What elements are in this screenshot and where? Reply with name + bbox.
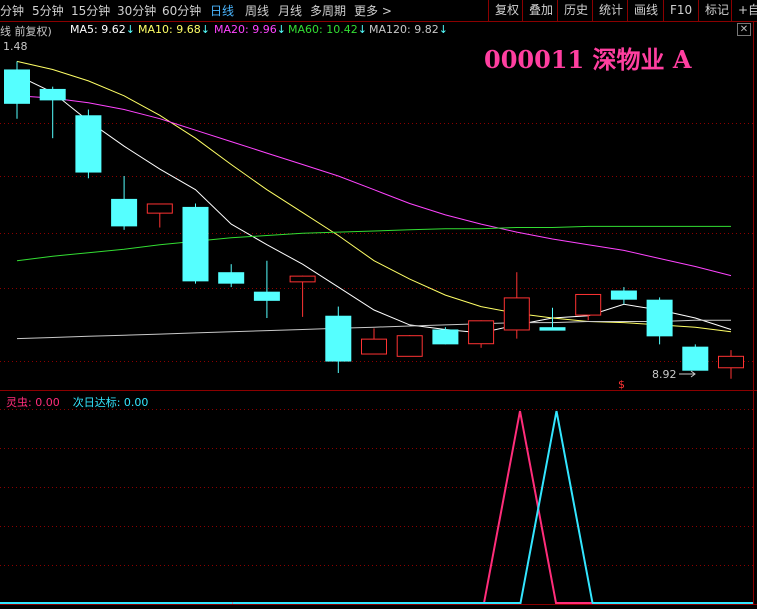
high-price-label: 1.48 bbox=[3, 40, 28, 53]
candle-body bbox=[39, 88, 66, 101]
candle-body bbox=[146, 203, 173, 214]
candle-body bbox=[182, 206, 209, 282]
candle-body bbox=[75, 115, 102, 173]
candle-body bbox=[610, 290, 637, 300]
candle-body bbox=[539, 327, 566, 331]
candle-body bbox=[575, 293, 602, 316]
chart-canvas: 1.48 8.92 $ bbox=[0, 22, 757, 605]
candle-body bbox=[325, 315, 352, 362]
candle-body bbox=[253, 291, 280, 301]
candle-body bbox=[503, 297, 530, 331]
indicator-line-1 bbox=[232, 410, 594, 604]
candle-body bbox=[682, 346, 709, 371]
low-price-label: 8.92 bbox=[652, 368, 677, 381]
candle-body bbox=[646, 299, 673, 337]
candle-body bbox=[289, 275, 316, 283]
marker-icon: $ bbox=[618, 378, 625, 391]
candle-body bbox=[432, 329, 459, 345]
candle-body bbox=[468, 320, 495, 345]
candle-body bbox=[396, 335, 423, 357]
candle-body bbox=[718, 355, 744, 369]
ma-line-ma60 bbox=[16, 225, 731, 262]
candle-body bbox=[111, 198, 138, 227]
candle-body bbox=[361, 338, 387, 355]
candle-body bbox=[218, 272, 245, 284]
candle-body bbox=[4, 69, 30, 104]
